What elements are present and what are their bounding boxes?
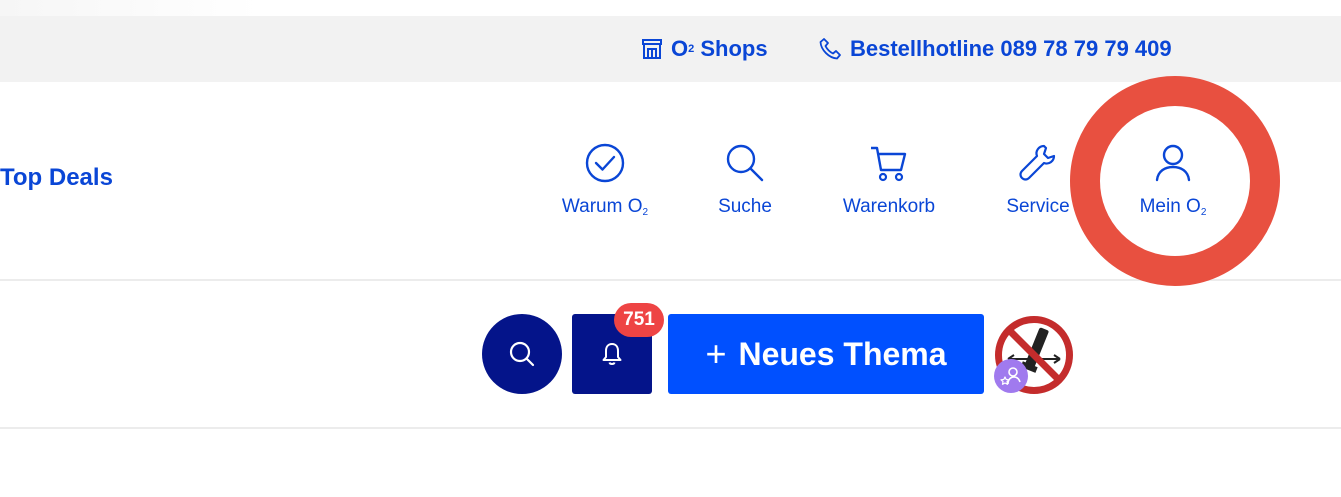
search-icon (726, 144, 764, 182)
community-search-button[interactable] (482, 314, 562, 394)
nav-warenkorb[interactable]: Warenkorb (819, 142, 959, 218)
main-header: Top Deals Warum O2 Suche Warenkorb Servi… (0, 82, 1341, 281)
shops-brand: O (671, 36, 689, 61)
role-badge (994, 359, 1028, 393)
topbar-fade (0, 0, 260, 16)
notification-count-badge: 751 (614, 303, 664, 337)
nav-mein-o2-label: Mein O (1139, 196, 1201, 217)
community-action-bar: 751 + Neues Thema (0, 279, 1341, 429)
plus-icon: + (705, 333, 727, 374)
nav-service-label: Service (1006, 196, 1070, 217)
nav-mein-o2[interactable]: Mein O2 (1103, 142, 1243, 218)
search-icon (509, 341, 535, 367)
nav-warum-o2-sub: 2 (642, 207, 649, 218)
hotline-link[interactable]: Bestellhotline 089 78 79 79 409 (818, 16, 1172, 82)
nav-warenkorb-label: Warenkorb (842, 196, 936, 217)
store-icon (642, 39, 662, 59)
hotline-label: Bestellhotline 089 78 79 79 409 (850, 36, 1172, 61)
new-topic-label: Neues Thema (738, 335, 947, 372)
new-topic-button[interactable]: + Neues Thema (668, 314, 984, 394)
shops-label: Shops (700, 36, 768, 61)
wrench-icon (1019, 144, 1056, 181)
nav-warum-o2-label: Warum O (561, 196, 643, 217)
bell-icon (602, 343, 622, 365)
nav-service[interactable]: Service (968, 142, 1108, 218)
check-circle-icon (585, 143, 625, 183)
shops-brand-sub: 2 (688, 43, 695, 55)
phone-icon (819, 38, 841, 60)
nav-warum-o2[interactable]: Warum O2 (535, 142, 675, 218)
shops-link[interactable]: O2 Shops (641, 16, 768, 82)
user-star-icon (1000, 367, 1021, 385)
top-deals-link[interactable]: Top Deals (0, 164, 113, 192)
nav-suche-label: Suche (718, 196, 772, 217)
user-icon (1155, 144, 1191, 182)
utility-bar: O2 Shops Bestellhotline 089 78 79 79 409 (0, 16, 1341, 82)
nav-mein-o2-sub: 2 (1200, 207, 1207, 218)
nav-suche[interactable]: Suche (675, 142, 815, 218)
cart-icon (871, 146, 907, 182)
